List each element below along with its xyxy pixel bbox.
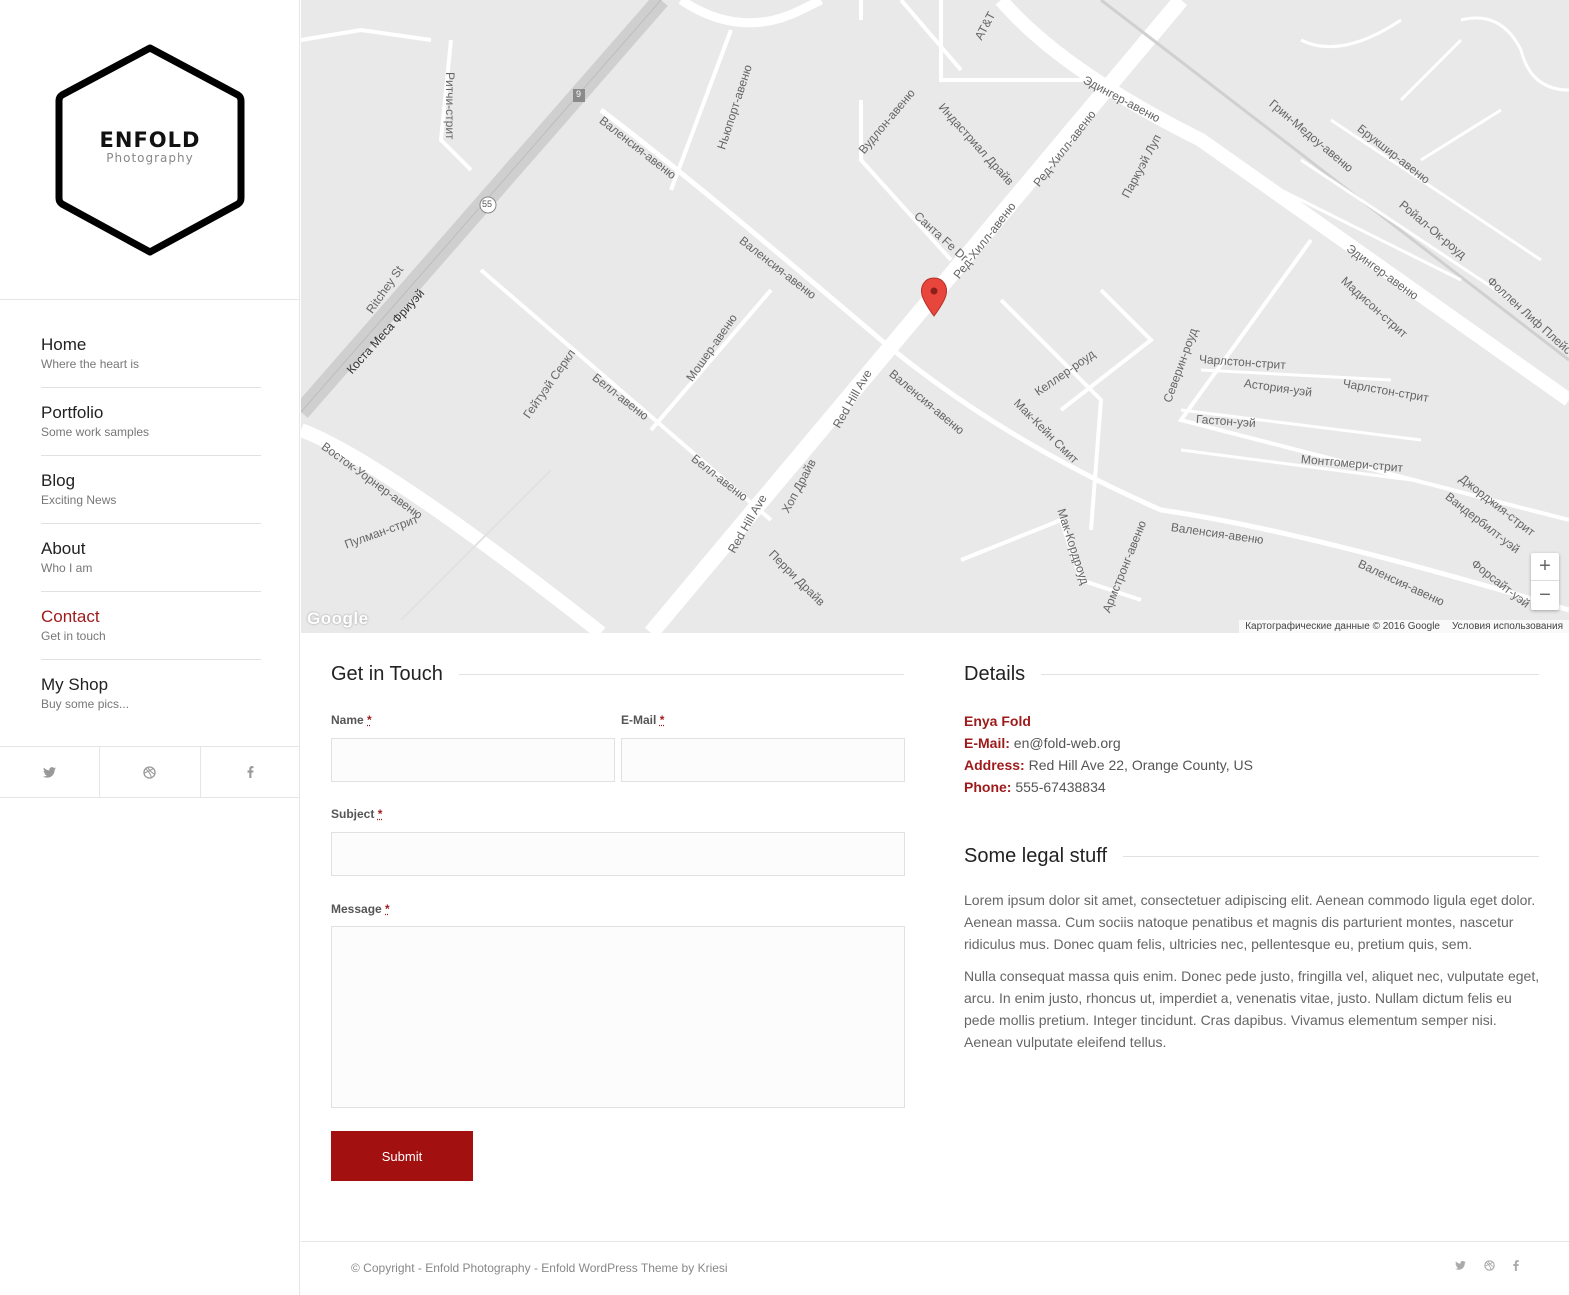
- dribbble-link[interactable]: [1484, 1260, 1495, 1271]
- main-nav: Home Where the heart is Portfolio Some w…: [41, 320, 261, 728]
- google-logo[interactable]: Google: [307, 609, 369, 629]
- facebook-link[interactable]: [1513, 1260, 1519, 1271]
- required-mark: *: [659, 713, 665, 727]
- nav-item-contact[interactable]: Contact Get in touch: [41, 592, 261, 660]
- nav-item-subtitle: Some work samples: [41, 425, 150, 439]
- dribbble-icon: [1484, 1260, 1495, 1271]
- twitter-icon: [43, 766, 57, 778]
- nav-item-blog[interactable]: Blog Exciting News: [41, 456, 261, 524]
- legal-paragraph: Lorem ipsum dolor sit amet, consectetuer…: [964, 892, 1536, 952]
- nav-item-title: Blog: [41, 471, 76, 490]
- zoom-out-button[interactable]: −: [1531, 581, 1559, 609]
- social-bar: [0, 746, 300, 798]
- facebook-icon: [1513, 1260, 1519, 1271]
- address-value: Red Hill Ave 22, Orange County, US: [1028, 757, 1253, 773]
- nav-item-title: About: [41, 539, 86, 558]
- logo-subtitle: Photography: [106, 151, 194, 165]
- nav-item-title: Portfolio: [41, 403, 104, 422]
- map-zoom-control: + −: [1531, 553, 1559, 610]
- map[interactable]: 9 55 Коста Меса Фриуэй Ритчи-стрит Ньюпо…: [301, 0, 1569, 633]
- required-mark: *: [367, 713, 372, 727]
- subject-field[interactable]: [331, 832, 905, 876]
- section-title: Get in Touch: [331, 663, 443, 685]
- logo[interactable]: ENFOLD Photography: [0, 0, 299, 300]
- map-label: Ритчи-стрит: [443, 72, 457, 140]
- nav-item-about[interactable]: About Who I am: [41, 524, 261, 592]
- submit-button[interactable]: Submit: [331, 1131, 473, 1181]
- dribbble-icon: [143, 765, 157, 779]
- map-label: 55: [482, 199, 493, 209]
- nav-item-subtitle: Who I am: [41, 561, 93, 575]
- name-field[interactable]: [331, 738, 615, 782]
- email-label: E-Mail:: [964, 735, 1010, 751]
- details-heading: Details: [964, 663, 1539, 686]
- label-text: Subject: [331, 807, 375, 821]
- label-text: Message: [331, 902, 382, 916]
- section-title: Some legal stuff: [964, 845, 1108, 867]
- message-field[interactable]: [331, 926, 905, 1108]
- email-label: E-Mail *: [621, 713, 664, 727]
- nav-item-subtitle: Get in touch: [41, 629, 106, 643]
- logo-title: ENFOLD: [99, 128, 201, 152]
- nav-item-my-shop[interactable]: My Shop Buy some pics...: [41, 660, 261, 728]
- heading-divider: [458, 674, 904, 675]
- message-label: Message *: [331, 902, 390, 916]
- twitter-link[interactable]: [0, 747, 101, 797]
- facebook-icon: [247, 766, 254, 778]
- label-text: Name: [331, 713, 364, 727]
- contact-form-heading: Get in Touch: [331, 663, 904, 686]
- copyright-text: © Copyright - Enfold Photography - Enfol…: [351, 1261, 728, 1275]
- twitter-link[interactable]: [1455, 1260, 1466, 1271]
- required-mark: *: [377, 807, 383, 821]
- map-copyright: Картографические данные © 2016 Google: [1245, 621, 1440, 632]
- map-attribution: Картографические данные © 2016 Google Ус…: [1239, 620, 1569, 633]
- address-label: Address:: [964, 757, 1025, 773]
- dribbble-link[interactable]: [100, 747, 201, 797]
- phone-value: 555-67438834: [1015, 779, 1106, 795]
- email-field[interactable]: [621, 738, 905, 782]
- heading-divider: [1123, 856, 1539, 857]
- map-terms-link[interactable]: Условия использования: [1452, 621, 1563, 632]
- nav-item-title: Contact: [41, 607, 100, 626]
- contact-details: Enya Fold E-Mail: en@fold-web.org Addres…: [964, 710, 1253, 798]
- subject-label: Subject *: [331, 807, 382, 821]
- map-label: 9: [576, 89, 582, 99]
- legal-heading: Some legal stuff: [964, 845, 1539, 868]
- main-content: Get in Touch Name * E-Mail * Subject * M…: [301, 633, 1569, 1243]
- nav-item-title: My Shop: [41, 675, 109, 694]
- nav-item-portfolio[interactable]: Portfolio Some work samples: [41, 388, 261, 456]
- label-text: E-Mail: [621, 713, 657, 727]
- legal-paragraph: Nulla consequat massa quis enim. Donec p…: [964, 968, 1540, 1050]
- section-title: Details: [964, 663, 1026, 685]
- nav-item-home[interactable]: Home Where the heart is: [41, 320, 261, 388]
- footer-social: [1455, 1260, 1519, 1271]
- twitter-icon: [1455, 1261, 1466, 1270]
- nav-item-subtitle: Exciting News: [41, 493, 117, 507]
- nav-item-title: Home: [41, 335, 87, 354]
- sidebar: ENFOLD Photography Home Where the heart …: [0, 0, 300, 1295]
- facebook-link[interactable]: [201, 747, 300, 797]
- zoom-in-button[interactable]: +: [1531, 553, 1559, 581]
- footer: © Copyright - Enfold Photography - Enfol…: [301, 1241, 1569, 1295]
- heading-divider: [1041, 674, 1539, 675]
- phone-label: Phone:: [964, 779, 1012, 795]
- required-mark: *: [385, 902, 390, 916]
- name-label: Name *: [331, 713, 372, 727]
- nav-item-subtitle: Where the heart is: [41, 357, 140, 371]
- contact-name: Enya Fold: [964, 713, 1031, 729]
- email-value[interactable]: en@fold-web.org: [1014, 735, 1121, 751]
- nav-item-subtitle: Buy some pics...: [41, 697, 130, 711]
